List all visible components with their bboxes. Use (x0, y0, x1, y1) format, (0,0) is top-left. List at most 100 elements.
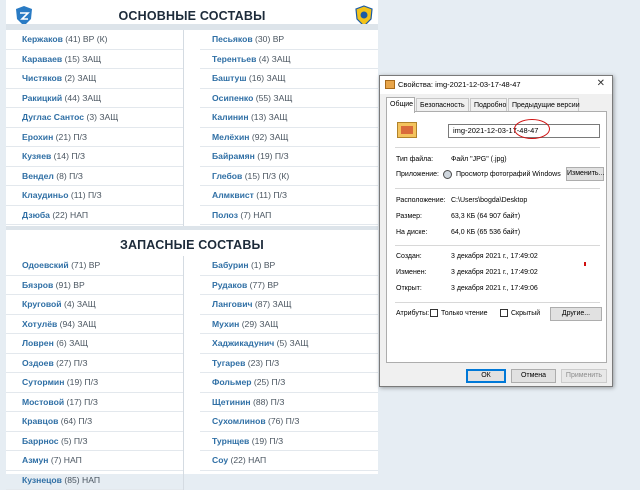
player-name-link[interactable]: Бязров (22, 280, 53, 290)
player-row: Дзюба (22) НАП (6, 206, 183, 226)
player-name-link[interactable]: Клаудиньо (22, 190, 69, 200)
opened-label: Открыт: (396, 285, 422, 292)
player-info: (94) ЗАЩ (60, 319, 97, 329)
change-app-button[interactable]: Изменить... (566, 167, 604, 181)
tab-details[interactable]: Подробно (470, 98, 507, 112)
readonly-checkbox[interactable] (430, 309, 438, 317)
player-name-link[interactable]: Баштуш (212, 73, 246, 83)
player-name-link[interactable]: Оздоев (22, 358, 54, 368)
player-info: (55) ЗАЩ (256, 93, 293, 103)
player-name-link[interactable]: Щетинин (212, 397, 251, 407)
dialog-title: Свойства: img-2021-12-03-17-48-47 (398, 80, 521, 89)
player-name-link[interactable]: Байрамян (212, 151, 255, 161)
player-name-link[interactable]: Бабурин (212, 260, 249, 270)
player-name-link[interactable]: Кержаков (22, 34, 63, 44)
player-info: (91) ВР (56, 280, 85, 290)
player-name-link[interactable]: Кузнецов (22, 475, 62, 485)
player-row: Хотулёв (94) ЗАЩ (6, 315, 183, 335)
close-icon[interactable]: ✕ (597, 78, 605, 89)
player-row: Терентьев (4) ЗАЩ (200, 50, 378, 70)
player-info: (13) ЗАЩ (251, 112, 288, 122)
player-info: (4) ЗАЩ (259, 54, 291, 64)
cancel-button[interactable]: Отмена (511, 369, 556, 383)
subs-left-list: Одоевский (71) ВРБязров (91) ВРКруговой … (6, 256, 184, 490)
player-row: Турнщев (19) П/З (200, 432, 378, 452)
player-name-link[interactable]: Соу (212, 455, 228, 465)
player-name-link[interactable]: Мухин (212, 319, 239, 329)
player-info: (1) ВР (251, 260, 275, 270)
player-name-link[interactable]: Хотулёв (22, 319, 57, 329)
player-name-link[interactable]: Сутормин (22, 377, 64, 387)
player-info: (85) НАП (64, 475, 100, 485)
tab-general[interactable]: Общие (386, 97, 415, 113)
player-name-link[interactable]: Ерохин (22, 132, 53, 142)
player-name-link[interactable]: Дуглас Сантос (22, 112, 84, 122)
player-name-link[interactable]: Хаджикадунич (212, 338, 274, 348)
player-row: Сутормин (19) П/З (6, 373, 183, 393)
player-row: Ерохин (21) П/З (6, 128, 183, 148)
apply-button[interactable]: Применить (561, 369, 607, 383)
player-info: (41) ВР (К) (65, 34, 107, 44)
player-name-link[interactable]: Вендел (22, 171, 54, 181)
player-row: Оздоев (27) П/З (6, 354, 183, 374)
player-name-link[interactable]: Дзюба (22, 210, 50, 220)
player-name-link[interactable]: Караваев (22, 54, 62, 64)
player-name-link[interactable]: Терентьев (212, 54, 256, 64)
player-name-link[interactable]: Алмквист (212, 190, 254, 200)
player-row: Кержаков (41) ВР (К) (6, 30, 183, 50)
player-info: (2) ЗАЩ (64, 73, 96, 83)
file-type-value: Файл "JPG" (.jpg) (451, 156, 507, 163)
player-info: (7) НАП (240, 210, 271, 220)
player-name-link[interactable]: Ракицкий (22, 93, 62, 103)
player-name-link[interactable]: Глебов (212, 171, 242, 181)
player-info: (30) ВР (255, 34, 284, 44)
player-row: Рудаков (77) ВР (200, 276, 378, 296)
player-name-link[interactable]: Калинин (212, 112, 249, 122)
player-name-link[interactable]: Одоевский (22, 260, 69, 270)
dialog-titlebar[interactable]: Свойства: img-2021-12-03-17-48-47 ✕ (380, 76, 612, 94)
player-name-link[interactable]: Азмун (22, 455, 48, 465)
file-thumbnail-icon (397, 122, 417, 138)
player-name-link[interactable]: Турнщев (212, 436, 249, 446)
player-name-link[interactable]: Рудаков (212, 280, 247, 290)
player-row: Ракицкий (44) ЗАЩ (6, 89, 183, 109)
divider (395, 188, 600, 189)
ok-button[interactable]: ОК (466, 369, 506, 383)
player-name-link[interactable]: Кравцов (22, 416, 58, 426)
player-name-link[interactable]: Чистяков (22, 73, 62, 83)
divider (395, 245, 600, 246)
player-name-link[interactable]: Полоз (212, 210, 238, 220)
player-name-link[interactable]: Кузяев (22, 151, 51, 161)
app-label: Приложение: (396, 171, 439, 178)
player-row: Кравцов (64) П/З (6, 412, 183, 432)
player-name-link[interactable]: Круговой (22, 299, 62, 309)
player-name-link[interactable]: Ловрен (22, 338, 54, 348)
player-info: (15) ЗАЩ (65, 54, 102, 64)
main-lineup-title: ОСНОВНЫЕ СОСТАВЫ (6, 9, 378, 23)
player-info: (44) ЗАЩ (65, 93, 102, 103)
player-name-link[interactable]: Лангович (212, 299, 253, 309)
player-row: Сухомлинов (76) П/З (200, 412, 378, 432)
player-row: Песьяков (30) ВР (200, 30, 378, 50)
player-name-link[interactable]: Песьяков (212, 34, 253, 44)
size-value: 63,3 КБ (64 907 байт) (451, 213, 520, 220)
player-info: (71) ВР (71, 260, 100, 270)
hidden-checkbox[interactable] (500, 309, 508, 317)
page: ОСНОВНЫЕ СОСТАВЫ Кержаков (41) ВР (К)Кар… (0, 0, 640, 474)
player-name-link[interactable]: Баррнос (22, 436, 59, 446)
tab-security[interactable]: Безопасность (416, 98, 469, 112)
player-name-link[interactable]: Сухомлинов (212, 416, 266, 426)
modified-label: Изменен: (396, 269, 427, 276)
player-info: (4) ЗАЩ (64, 299, 96, 309)
player-name-link[interactable]: Тугарев (212, 358, 245, 368)
player-name-link[interactable]: Мостовой (22, 397, 64, 407)
player-row: Круговой (4) ЗАЩ (6, 295, 183, 315)
player-name-link[interactable]: Фольмер (212, 377, 252, 387)
tab-previous-versions[interactable]: Предыдущие версии (508, 98, 579, 112)
properties-dialog: Свойства: img-2021-12-03-17-48-47 ✕ Общи… (379, 75, 613, 387)
advanced-button[interactable]: Другие... (550, 307, 602, 321)
player-row: Бязров (91) ВР (6, 276, 183, 296)
player-name-link[interactable]: Мелёхин (212, 132, 249, 142)
player-info: (15) П/З (К) (245, 171, 290, 181)
player-name-link[interactable]: Осипенко (212, 93, 253, 103)
